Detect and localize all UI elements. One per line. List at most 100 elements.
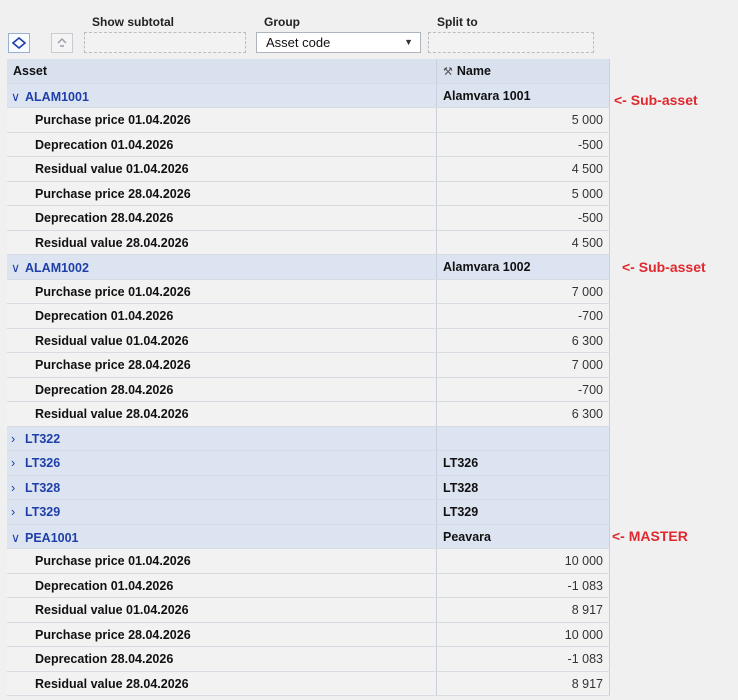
split-to-dropzone[interactable] [428, 32, 594, 53]
refresh-icon [57, 37, 67, 47]
chevron-right-icon[interactable]: › [11, 432, 25, 446]
detail-value: -700 [437, 377, 610, 401]
detail-row[interactable]: Residual value 01.04.2026 6 300 [7, 328, 610, 353]
group-code: LT329 [25, 505, 61, 519]
group-code-cell[interactable]: › LT322 [7, 426, 437, 450]
detail-value: 6 300 [437, 328, 610, 352]
column-header-name[interactable]: ⚒ Name [437, 59, 610, 83]
group-select[interactable]: Asset code ▼ [256, 32, 421, 53]
detail-value: 7 000 [437, 353, 610, 377]
group-row[interactable]: › LT322 [7, 426, 610, 451]
group-name-cell: Peavara [437, 524, 610, 548]
refresh-button[interactable] [51, 33, 73, 53]
chevron-down-icon[interactable]: ∨ [11, 89, 25, 104]
detail-row[interactable]: Purchase price 28.04.2026 5 000 [7, 181, 610, 206]
expand-collapse-button[interactable] [8, 33, 30, 53]
detail-row[interactable]: Deprecation 01.04.2026 -500 [7, 132, 610, 157]
group-label: Group [264, 15, 300, 29]
detail-row[interactable]: Deprecation 01.04.2026 -700 [7, 304, 610, 329]
detail-row[interactable]: Residual value 28.04.2026 8 917 [7, 671, 610, 696]
chevron-right-icon[interactable]: › [11, 456, 25, 470]
detail-label: Residual value 28.04.2026 [7, 671, 437, 695]
detail-label: Residual value 01.04.2026 [7, 328, 437, 352]
detail-label: Deprecation 01.04.2026 [7, 132, 437, 156]
group-code-cell[interactable]: › LT329 [7, 500, 437, 524]
detail-label: Residual value 01.04.2026 [7, 598, 437, 622]
group-row[interactable]: › LT328 LT328 [7, 475, 610, 500]
group-row[interactable]: ∨ PEA1001 Peavara [7, 524, 610, 549]
detail-value: 4 500 [437, 230, 610, 254]
detail-row[interactable]: Purchase price 28.04.2026 10 000 [7, 622, 610, 647]
detail-row[interactable]: Deprecation 01.04.2026 -1 083 [7, 573, 610, 598]
detail-row[interactable]: Residual value 01.04.2026 4 500 [7, 157, 610, 182]
detail-value: -500 [437, 132, 610, 156]
group-row[interactable]: › LT329 LT329 [7, 500, 610, 525]
toolbar: Show subtotal Group Asset code ▼ Split t… [0, 0, 738, 58]
detail-row[interactable]: Purchase price 01.04.2026 5 000 [7, 108, 610, 133]
detail-label: Purchase price 01.04.2026 [7, 549, 437, 573]
detail-label: Deprecation 28.04.2026 [7, 647, 437, 671]
group-name-cell: LT328 [437, 475, 610, 499]
group-code: LT328 [25, 480, 61, 495]
group-name-cell: Alamvara 1001 [437, 83, 610, 107]
chevron-down-icon[interactable]: ∨ [11, 260, 25, 275]
group-row[interactable]: › LT326 LT326 [7, 451, 610, 476]
wrench-icon: ⚒ [443, 66, 453, 78]
annotation-sub-asset-2: <- Sub-asset [622, 259, 706, 275]
diamond-icon [12, 37, 26, 49]
group-name-cell [437, 426, 610, 450]
group-row[interactable]: ∨ ALAM1002 Alamvara 1002 [7, 255, 610, 280]
annotation-sub-asset-1: <- Sub-asset [614, 92, 698, 108]
detail-label: Residual value 01.04.2026 [7, 157, 437, 181]
chevron-right-icon[interactable]: › [11, 505, 25, 519]
detail-value: 8 917 [437, 598, 610, 622]
detail-label: Residual value 28.04.2026 [7, 402, 437, 426]
detail-label: Deprecation 01.04.2026 [7, 304, 437, 328]
detail-label: Residual value 28.04.2026 [7, 230, 437, 254]
group-code-cell[interactable]: ∨ ALAM1002 [7, 255, 437, 279]
detail-value: -1 083 [437, 647, 610, 671]
detail-value: 4 500 [437, 157, 610, 181]
detail-value: 10 000 [437, 549, 610, 573]
detail-row[interactable]: Purchase price 01.04.2026 7 000 [7, 279, 610, 304]
detail-label: Deprecation 28.04.2026 [7, 377, 437, 401]
detail-value: -500 [437, 206, 610, 230]
split-to-label: Split to [437, 15, 478, 29]
detail-label: Purchase price 28.04.2026 [7, 622, 437, 646]
annotation-master: <- MASTER [612, 528, 688, 544]
detail-row[interactable]: Deprecation 28.04.2026 -700 [7, 377, 610, 402]
detail-row[interactable]: Deprecation 28.04.2026 -1 083 [7, 647, 610, 672]
detail-label: Purchase price 28.04.2026 [7, 181, 437, 205]
show-subtotal-dropzone[interactable] [84, 32, 246, 53]
group-name-cell: LT326 [437, 451, 610, 475]
group-code-cell[interactable]: › LT328 [7, 475, 437, 499]
detail-value: 10 000 [437, 622, 610, 646]
detail-label: Deprecation 01.04.2026 [7, 573, 437, 597]
group-code-cell[interactable]: › LT326 [7, 451, 437, 475]
grid-body: ∨ ALAM1001 Alamvara 1001 Purchase price 01.… [7, 83, 610, 696]
group-code: ALAM1002 [25, 261, 89, 275]
detail-row[interactable]: Residual value 28.04.2026 4 500 [7, 230, 610, 255]
chevron-down-icon: ▼ [404, 37, 413, 47]
detail-label: Purchase price 28.04.2026 [7, 353, 437, 377]
group-row[interactable]: ∨ ALAM1001 Alamvara 1001 [7, 83, 610, 108]
detail-value: 5 000 [437, 181, 610, 205]
group-name-cell: Alamvara 1002 [437, 255, 610, 279]
show-subtotal-label: Show subtotal [92, 15, 174, 29]
group-code-cell[interactable]: ∨ PEA1001 [7, 524, 437, 548]
detail-value: -700 [437, 304, 610, 328]
detail-row[interactable]: Residual value 01.04.2026 8 917 [7, 598, 610, 623]
chevron-right-icon[interactable]: › [11, 481, 25, 495]
detail-value: 7 000 [437, 279, 610, 303]
group-code-cell[interactable]: ∨ ALAM1001 [7, 83, 437, 107]
column-header-asset[interactable]: Asset [7, 59, 437, 83]
group-code: PEA1001 [25, 530, 79, 545]
chevron-down-icon[interactable]: ∨ [11, 530, 25, 545]
detail-label: Purchase price 01.04.2026 [7, 108, 437, 132]
detail-row[interactable]: Residual value 28.04.2026 6 300 [7, 402, 610, 427]
detail-row[interactable]: Purchase price 01.04.2026 10 000 [7, 549, 610, 574]
group-name-cell: LT329 [437, 500, 610, 524]
detail-value: -1 083 [437, 573, 610, 597]
detail-row[interactable]: Deprecation 28.04.2026 -500 [7, 206, 610, 231]
detail-row[interactable]: Purchase price 28.04.2026 7 000 [7, 353, 610, 378]
